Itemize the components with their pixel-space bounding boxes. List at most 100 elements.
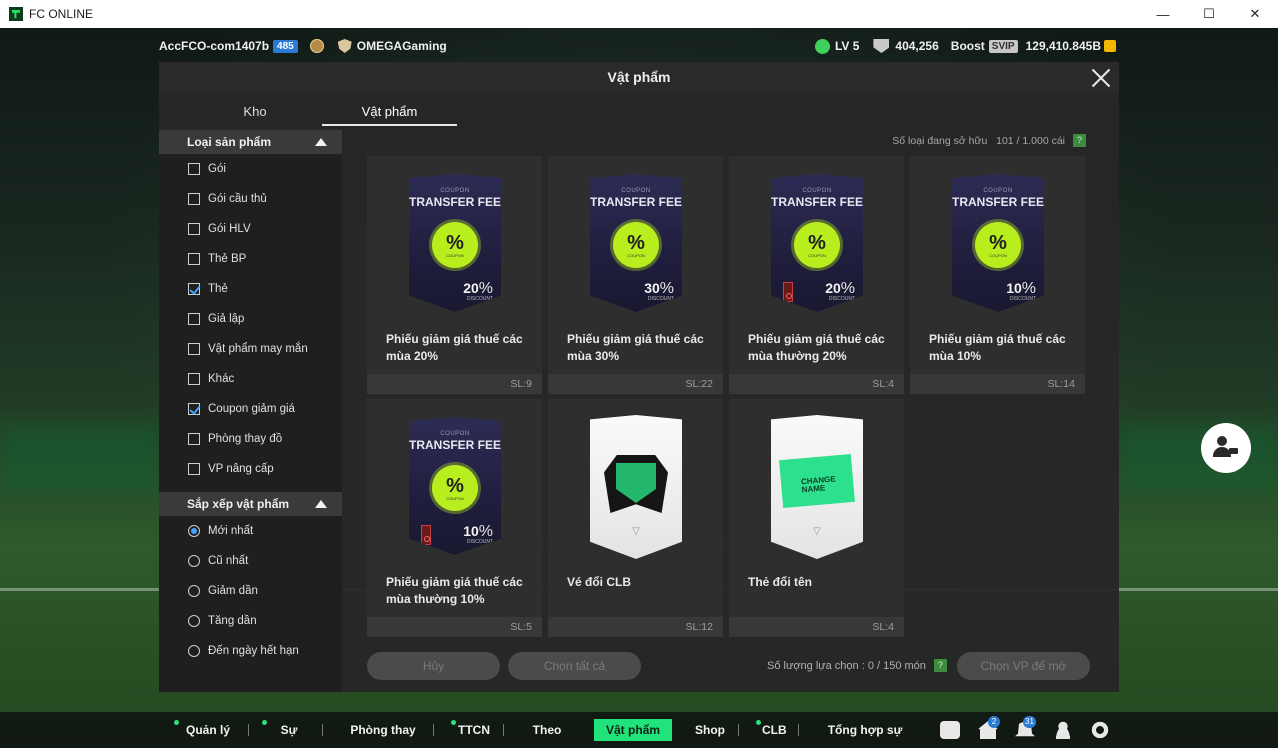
nav-item-6[interactable]: Shop <box>694 712 726 748</box>
notification-dot <box>756 720 761 725</box>
coupon-small-label: COUPON <box>983 188 1013 194</box>
close-window-button[interactable]: ✕ <box>1232 0 1278 28</box>
maximize-button[interactable]: ☐ <box>1186 0 1232 28</box>
nav-item-2[interactable]: Phòng thay đổ <box>345 712 421 748</box>
app-logo-icon <box>9 7 23 21</box>
checkbox[interactable] <box>188 343 200 355</box>
svip-badge: SVIP <box>988 39 1018 53</box>
account-level-badge: 485 <box>273 39 298 53</box>
checkbox[interactable] <box>188 163 200 175</box>
change-name-text: CHANGE NAME <box>800 474 836 495</box>
select-all-button[interactable]: Chọn tất cả <box>508 652 641 680</box>
filter-option[interactable]: Coupon giảm giá <box>159 394 342 424</box>
checkbox[interactable] <box>188 223 200 235</box>
sort-list: Mới nhất Cũ nhất Giảm dần Tăng dần Đến ngày … <box>159 516 342 666</box>
filter-option[interactable]: Thẻ BP <box>159 244 342 274</box>
collapse-arrow-icon[interactable] <box>315 138 327 146</box>
filter-option[interactable]: Khác <box>159 364 342 394</box>
help-icon[interactable]: ? <box>1073 134 1086 147</box>
discount-sub-label: DISCOUNT <box>466 296 493 302</box>
collapse-arrow-icon[interactable] <box>315 500 327 508</box>
level-text: LV 5 <box>834 39 860 53</box>
sort-section-header[interactable]: Sắp xếp vật phẩm <box>159 492 342 516</box>
sort-option[interactable]: Đến ngày hết hạn <box>159 636 342 666</box>
discount-value: 20% DISCOUNT <box>825 280 855 302</box>
radio-button[interactable] <box>188 585 200 597</box>
transfer-fee-coupon-image: COUPON TRANSFER FEE% COUPON 20% DISCOUNT <box>409 174 501 312</box>
open-items-button[interactable]: Chọn VP để mở <box>957 652 1090 680</box>
cancel-button[interactable]: Hủy <box>367 652 500 680</box>
sort-option-label: Giảm dần <box>208 585 258 597</box>
filter-option[interactable]: Vật phẩm may mắn <box>159 334 342 364</box>
item-card[interactable]: COUPON TRANSFER FEE% COUPON 20% DISCOUNT Phiế… <box>729 156 904 394</box>
discount-sub-label: DISCOUNT <box>1009 296 1036 302</box>
nav-item-8[interactable]: Tổng hợp sự kiện <box>820 712 910 748</box>
filter-option-label: Gói HLV <box>208 223 251 235</box>
club-name: OMEGAGaming <box>356 39 447 53</box>
sort-option[interactable]: Tăng dần <box>159 606 342 636</box>
close-icon[interactable] <box>1089 66 1113 90</box>
window-title: FC ONLINE <box>29 7 94 21</box>
filter-section-header[interactable]: Loại sản phẩm <box>159 130 342 154</box>
radio-button[interactable] <box>188 645 200 657</box>
filter-option-label: Coupon giảm giá <box>208 403 295 415</box>
checkbox[interactable] <box>188 433 200 445</box>
item-name: Vé đổi CLB <box>567 575 632 589</box>
friend-chat-button[interactable] <box>1201 423 1251 473</box>
checkbox[interactable] <box>188 253 200 265</box>
item-name: Thẻ đổi tên <box>748 575 812 589</box>
sort-option[interactable]: Mới nhất <box>159 516 342 546</box>
item-card[interactable]: COUPON TRANSFER FEE% COUPON 30% DISCOUNT Phiế… <box>548 156 723 394</box>
checkbox[interactable] <box>188 463 200 475</box>
account-name: AccFCO-com1407b <box>159 39 270 53</box>
sort-option[interactable]: Giảm dần <box>159 576 342 606</box>
filter-option[interactable]: Giả lập <box>159 304 342 334</box>
minimize-button[interactable]: — <box>1140 0 1186 28</box>
sort-option[interactable]: Cũ nhất <box>159 546 342 576</box>
help-icon[interactable]: ? <box>933 659 947 672</box>
discount-number: 10 <box>1006 280 1022 296</box>
badge-label: COUPON <box>627 252 645 258</box>
nav-item-7[interactable]: CLB <box>762 712 787 748</box>
item-quantity: SL:4 <box>729 617 904 637</box>
filter-option[interactable]: Thẻ <box>159 274 342 304</box>
crest-icon <box>309 39 324 53</box>
checkbox[interactable] <box>188 313 200 325</box>
modal-header: Vật phẩm <box>159 62 1119 94</box>
nav-item-0[interactable]: Quản lý CT <box>180 712 236 748</box>
item-card[interactable]: COUPON TRANSFER FEE% COUPON 10% DISCOUNT Phiế… <box>910 156 1085 394</box>
filter-option[interactable]: Phòng thay đồ <box>159 424 342 454</box>
filter-option[interactable]: Gói cầu thủ <box>159 184 342 214</box>
profile-icon[interactable] <box>1053 721 1073 739</box>
item-card[interactable]: COUPON TRANSFER FEE% COUPON 10% DISCOUNT Phiế… <box>367 399 542 637</box>
filter-option[interactable]: Gói HLV <box>159 214 342 244</box>
tab-vat-pham[interactable]: Vật phẩm <box>322 100 457 126</box>
tab-kho[interactable]: Kho <box>203 100 307 126</box>
item-card[interactable]: CHANGE NAME ▽ Thẻ đổi tên SL:4 <box>729 399 904 637</box>
radio-button[interactable] <box>188 615 200 627</box>
radio-button[interactable] <box>188 525 200 537</box>
checkbox[interactable] <box>188 193 200 205</box>
item-card[interactable]: COUPON TRANSFER FEE% COUPON 20% DISCOUNT Phiế… <box>367 156 542 394</box>
radio-button[interactable] <box>188 555 200 567</box>
gear-icon[interactable] <box>1090 721 1110 739</box>
percent-badge-icon: % COUPON <box>613 222 659 268</box>
filter-option-label: Giả lập <box>208 313 245 325</box>
percent-sign: % <box>446 231 464 254</box>
filter-option[interactable]: VP nâng cấp <box>159 454 342 484</box>
sort-option-label: Đến ngày hết hạn <box>208 645 299 657</box>
nav-item-4[interactable]: Theo dõi <box>524 712 570 748</box>
checkbox[interactable] <box>188 403 200 415</box>
chat-icon[interactable] <box>940 721 960 739</box>
filter-section-title: Loại sản phẩm <box>187 135 272 149</box>
checkbox[interactable] <box>188 283 200 295</box>
nav-item-1[interactable]: Sự kiện <box>268 712 310 748</box>
filter-option[interactable]: Gói <box>159 154 342 184</box>
nav-item-5[interactable]: Vật phẩm <box>594 719 672 741</box>
notification-dot <box>451 720 456 725</box>
checkbox[interactable] <box>188 373 200 385</box>
item-card[interactable]: ▽ Vé đổi CLB SL:12 <box>548 399 723 637</box>
item-name: Phiếu giảm giá thuế các mùa 10% <box>929 332 1066 363</box>
nav-item-3[interactable]: TTCN <box>457 712 491 748</box>
discount-value: 20% DISCOUNT <box>463 280 493 302</box>
